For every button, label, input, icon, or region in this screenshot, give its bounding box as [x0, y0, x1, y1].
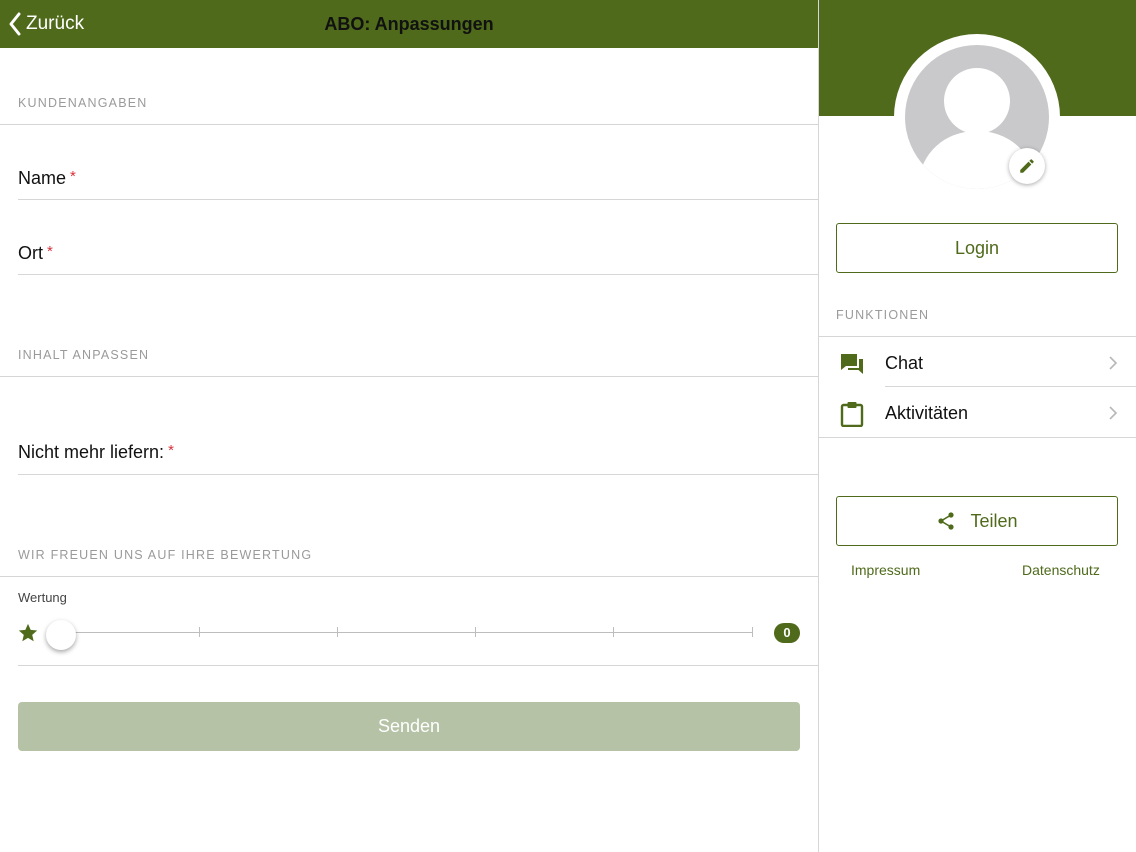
name-field[interactable]: Name * — [18, 168, 818, 208]
stop-delivery-label: Nicht mehr liefern: — [18, 442, 165, 462]
divider — [18, 474, 818, 475]
functions-header: FUNKTIONEN — [836, 308, 930, 322]
page-title: ABO: Anpassungen — [324, 14, 494, 34]
privacy-link[interactable]: Datenschutz — [1022, 562, 1100, 578]
rating-label: Wertung — [18, 590, 67, 605]
slider-track[interactable] — [60, 632, 753, 633]
chevron-left-icon — [9, 12, 21, 36]
stop-delivery-field[interactable]: Nicht mehr liefern: * — [18, 442, 818, 482]
form-pane: ABO: Anpassungen Zurück KUNDENANGABEN Na… — [0, 0, 818, 852]
back-button[interactable]: Zurück — [8, 11, 84, 37]
chevron-right-icon — [1109, 356, 1118, 370]
imprint-link[interactable]: Impressum — [851, 562, 920, 578]
slider-tick — [752, 627, 753, 637]
slider-tick — [475, 627, 476, 637]
divider — [819, 336, 1136, 337]
share-icon — [938, 512, 955, 530]
pencil-icon — [1020, 159, 1034, 173]
sidebar-item-chat[interactable]: Chat — [819, 338, 1136, 388]
slider-thumb[interactable] — [46, 620, 76, 650]
slider-tick — [613, 627, 614, 637]
share-button[interactable]: Teilen — [836, 496, 1118, 546]
slider-tick — [337, 627, 338, 637]
clipboard-icon — [840, 402, 864, 427]
slider-tick — [199, 627, 200, 637]
sidebar: Login FUNKTIONEN Chat Aktivitäten Teilen… — [819, 0, 1136, 852]
divider — [18, 274, 818, 275]
share-label: Teilen — [970, 510, 1018, 531]
divider — [18, 199, 818, 200]
star-icon — [18, 623, 38, 642]
required-mark: * — [70, 168, 76, 185]
sidebar-item-label: Chat — [885, 353, 924, 373]
section-header-customer: KUNDENANGABEN — [18, 96, 148, 110]
divider — [0, 376, 818, 377]
chat-icon — [841, 354, 863, 374]
login-label: Login — [954, 237, 1000, 258]
divider — [819, 437, 1136, 438]
back-label: Zurück — [26, 13, 85, 34]
top-bar: ABO: Anpassungen Zurück — [0, 0, 818, 48]
sidebar-item-label: Aktivitäten — [885, 403, 969, 423]
send-button[interactable]: Senden — [18, 702, 800, 751]
sidebar-item-activities[interactable]: Aktivitäten — [819, 388, 1136, 438]
divider — [0, 576, 818, 577]
rating-value-badge: 0 — [774, 623, 800, 643]
login-button[interactable]: Login — [836, 223, 1118, 273]
divider — [18, 665, 818, 666]
name-label: Name — [18, 168, 67, 188]
edit-avatar-button[interactable] — [1009, 148, 1045, 184]
location-label: Ort — [18, 243, 43, 263]
divider — [0, 124, 818, 125]
section-header-content: INHALT ANPASSEN — [18, 348, 150, 362]
divider — [885, 386, 1136, 387]
location-field[interactable]: Ort * — [18, 243, 818, 283]
required-mark: * — [168, 442, 174, 459]
section-header-rating: WIR FREUEN UNS AUF IHRE BEWERTUNG — [18, 548, 313, 562]
chevron-right-icon — [1109, 406, 1118, 420]
required-mark: * — [47, 243, 53, 260]
